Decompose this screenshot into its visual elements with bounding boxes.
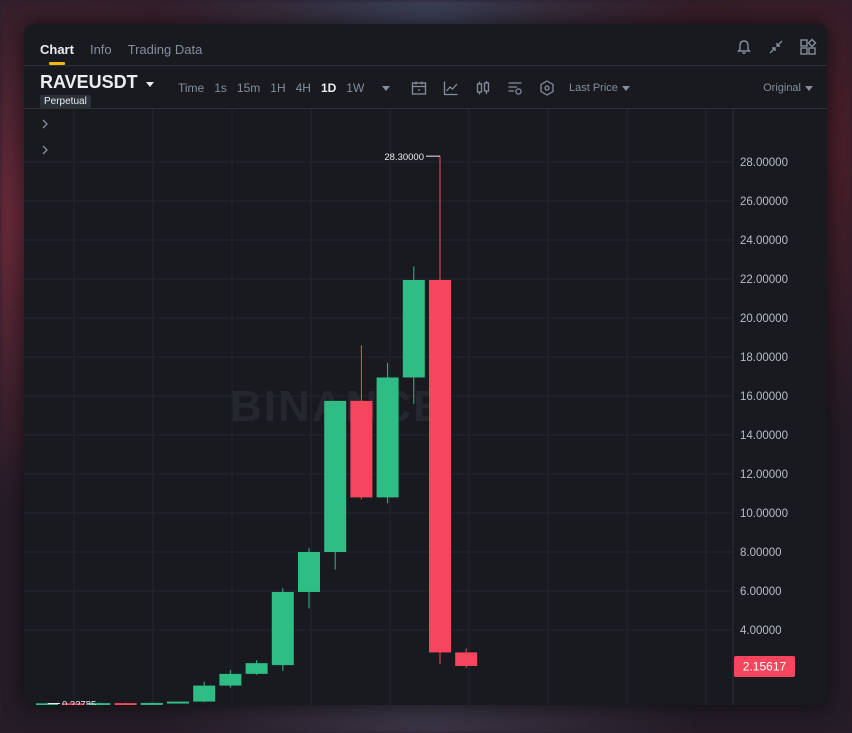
candle-body (350, 400, 373, 498)
layout-grid-icon[interactable] (799, 38, 817, 56)
y-tick-label: 16.00000 (740, 391, 788, 403)
candle-body (429, 279, 451, 653)
y-tick-label: 8.00000 (740, 547, 782, 559)
candle-type-icon[interactable] (474, 79, 492, 97)
interval-1d[interactable]: 1D (321, 81, 336, 95)
y-tick-label: 12.00000 (740, 469, 788, 481)
y-tick-label: 14.00000 (740, 430, 788, 442)
interval-15m[interactable]: 15m (237, 81, 260, 95)
max-price-label: 28.30000 (384, 152, 424, 163)
symbol-name[interactable]: RAVEUSDT (40, 72, 138, 93)
collapse-icon[interactable] (767, 38, 785, 56)
tab-chart[interactable]: Chart (40, 42, 74, 65)
contract-type-badge: Perpetual (40, 95, 91, 108)
price-type-label: Last Price (569, 82, 618, 94)
settings-icon[interactable] (506, 79, 524, 97)
candle-body (271, 591, 294, 666)
interval-1s[interactable]: 1s (214, 81, 227, 95)
candle-body (219, 673, 242, 686)
price-type-dropdown[interactable]: Last Price (569, 82, 630, 94)
candle-body (114, 703, 137, 705)
tab-bar: Chart Info Trading Data (40, 42, 203, 65)
candle-body (193, 685, 216, 702)
candle-body (140, 702, 163, 705)
view-mode-label: Original (763, 82, 801, 94)
y-tick-label: 28.00000 (740, 157, 788, 169)
interval-4h[interactable]: 4H (296, 81, 311, 95)
y-tick-label: 4.00000 (740, 625, 782, 637)
y-tick-label: 24.00000 (740, 235, 788, 247)
interval-time[interactable]: Time (178, 81, 204, 95)
tab-info[interactable]: Info (90, 42, 112, 57)
panel-actions (735, 38, 817, 56)
candle-body (455, 652, 478, 666)
interval-1h[interactable]: 1H (270, 81, 285, 95)
tab-trading-data[interactable]: Trading Data (128, 42, 203, 57)
candle-body (167, 701, 189, 704)
symbol-dropdown-caret[interactable] (146, 82, 154, 87)
chevron-down-icon (805, 85, 813, 91)
candlestick-chart[interactable]: 4.00000 6.00000 8.00000 10.00000 12.00000 14.… (24, 109, 827, 705)
interval-selector: Time 1s 15m 1H 4H 1D 1W (178, 81, 391, 95)
interval-1w[interactable]: 1W (346, 81, 364, 95)
header-divider (24, 65, 827, 66)
view-mode-dropdown[interactable]: Original (763, 82, 813, 94)
y-tick-label: 22.00000 (740, 274, 788, 286)
chart-panel: Chart Info Trading Data RAVEUSDT Perpetu… (24, 24, 827, 705)
hexagon-icon[interactable] (538, 79, 556, 97)
last-price-label: 2.15617 (743, 659, 787, 673)
chevron-down-icon (621, 85, 630, 91)
min-price-label: 0.22785 (62, 700, 96, 705)
calendar-icon[interactable] (410, 79, 428, 97)
interval-more-caret[interactable] (382, 85, 391, 91)
chart-toolbar (410, 79, 556, 97)
y-tick-label: 10.00000 (740, 508, 788, 520)
candle-body (298, 552, 320, 592)
indicator-icon[interactable] (442, 79, 460, 97)
candle-body (324, 400, 347, 552)
candle-body (245, 663, 268, 674)
candle-body (402, 279, 425, 378)
bell-icon[interactable] (735, 38, 753, 56)
y-tick-label: 26.00000 (740, 196, 788, 208)
y-tick-label: 18.00000 (740, 352, 788, 364)
y-tick-label: 6.00000 (740, 586, 782, 598)
candle-body (376, 377, 399, 498)
y-tick-label: 20.00000 (740, 313, 788, 325)
